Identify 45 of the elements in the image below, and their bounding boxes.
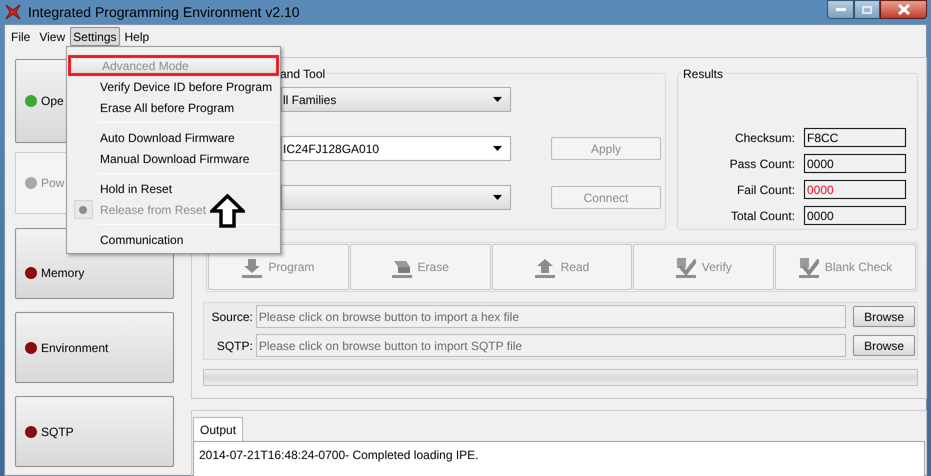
menu-item[interactable]: Auto Download Firmware	[69, 127, 278, 148]
file-path-field[interactable]: Please click on browse button to import SQTP file	[256, 334, 846, 357]
result-value: 0000	[804, 154, 906, 173]
result-label: Fail Count:	[736, 182, 795, 198]
menu-item[interactable]: Verify Device ID before Program	[69, 76, 278, 97]
family-dropdown[interactable]: ll Families	[281, 87, 511, 112]
checkmark-icon	[676, 256, 696, 278]
result-value: 0000	[804, 180, 906, 199]
result-label: Total Count:	[730, 208, 795, 224]
close-button[interactable]	[880, 0, 927, 19]
menu-item[interactable]: Settings	[70, 26, 120, 46]
field-label: SQTP:	[216, 338, 254, 354]
result-label: Checksum:	[734, 130, 795, 146]
close-icon	[896, 4, 910, 15]
sidebar-button[interactable]: Environment	[15, 312, 174, 383]
radio-icon	[74, 200, 92, 219]
menu-item[interactable]: Erase All before Program	[69, 97, 278, 118]
menu-item[interactable]: Manual Download Firmware	[69, 148, 278, 169]
minimize-button[interactable]	[827, 0, 854, 19]
checkmark-icon	[798, 256, 819, 278]
dropdown-arrow-icon	[493, 195, 502, 200]
download-icon	[242, 256, 262, 278]
device-dropdown[interactable]: IC24FJ128GA010	[281, 136, 511, 161]
window-title: Integrated Programming Environment v2.10	[28, 2, 300, 22]
maximize-icon	[862, 6, 872, 14]
dropdown-arrow-icon	[493, 146, 502, 151]
result-value: 0000	[804, 206, 906, 225]
result-label: Pass Count:	[728, 156, 795, 172]
menu-item[interactable]: View	[35, 26, 70, 46]
browse-button[interactable]: Browse	[853, 306, 915, 327]
file-path-field[interactable]: Please click on browse button to import a hex file	[256, 305, 846, 328]
menu-item[interactable]: Hold in Reset	[69, 178, 278, 199]
maximize-button[interactable]	[854, 0, 880, 19]
browse-button[interactable]: Browse	[853, 335, 915, 356]
menu-item[interactable]: Help	[120, 26, 154, 46]
dropdown-arrow-icon	[493, 97, 502, 102]
output-log: 2014-07-21T16:48:24-0700- Completed loading IPE.	[193, 441, 925, 476]
menu-item[interactable]: File	[7, 26, 34, 46]
field-label: Source:	[210, 308, 254, 326]
result-value: F8CC	[804, 128, 906, 147]
sidebar-button[interactable]: SQTP	[15, 396, 174, 467]
output-tab[interactable]: Output	[193, 417, 244, 441]
app-logo-icon	[4, 4, 22, 20]
upload-icon	[534, 256, 555, 278]
minimize-icon	[836, 8, 846, 11]
